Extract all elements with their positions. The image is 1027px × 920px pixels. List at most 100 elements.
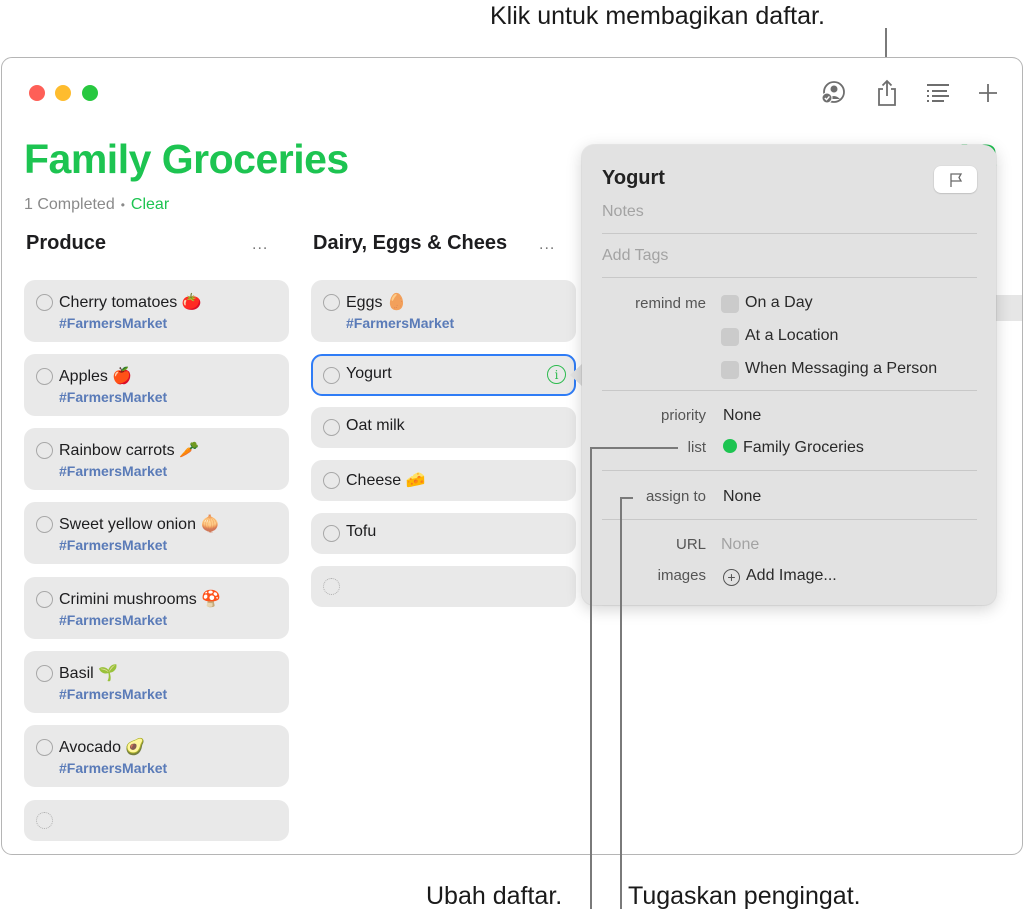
callout-change-list-line-h bbox=[590, 447, 678, 449]
complete-checkbox[interactable] bbox=[36, 665, 53, 682]
list-view-icon[interactable] bbox=[923, 78, 953, 108]
complete-checkbox[interactable] bbox=[36, 516, 53, 533]
share-icon[interactable] bbox=[872, 78, 902, 108]
new-reminder-card[interactable] bbox=[311, 566, 576, 607]
column-more-button[interactable]: ... bbox=[252, 236, 268, 254]
new-reminder-placeholder-circle bbox=[323, 578, 340, 595]
reminder-tag[interactable]: #FarmersMarket bbox=[59, 686, 167, 702]
reminder-card[interactable]: Avocado 🥑 #FarmersMarket bbox=[24, 725, 289, 787]
new-reminder-placeholder-circle bbox=[36, 812, 53, 829]
column-header-dairy: Dairy, Eggs & Chees bbox=[313, 232, 508, 254]
complete-checkbox[interactable] bbox=[36, 294, 53, 311]
reminder-card[interactable]: Apples 🍎 #FarmersMarket bbox=[24, 354, 289, 416]
reminder-title[interactable]: Sweet yellow onion 🧅 bbox=[59, 514, 220, 534]
notes-field[interactable]: Notes bbox=[602, 203, 644, 221]
add-image-label: Add Image... bbox=[746, 567, 837, 584]
column-header-produce: Produce bbox=[26, 232, 107, 254]
tags-field[interactable]: Add Tags bbox=[602, 247, 668, 265]
reminder-tag[interactable]: #FarmersMarket bbox=[59, 315, 167, 331]
complete-checkbox[interactable] bbox=[323, 472, 340, 489]
reminders-window: Family Groceries 13 1 Completed•Clear Pr… bbox=[1, 57, 1023, 855]
priority-select[interactable]: None bbox=[723, 407, 761, 425]
reminder-card[interactable]: Oat milk bbox=[311, 407, 576, 448]
at-a-location-label[interactable]: At a Location bbox=[745, 327, 838, 345]
callout-change-list-line-v bbox=[590, 447, 592, 909]
complete-checkbox[interactable] bbox=[323, 525, 340, 542]
complete-checkbox[interactable] bbox=[36, 368, 53, 385]
reminder-title[interactable]: Yogurt bbox=[346, 365, 392, 383]
reminder-card[interactable]: Basil 🌱 #FarmersMarket bbox=[24, 651, 289, 713]
reminder-tag[interactable]: #FarmersMarket bbox=[59, 612, 167, 628]
reminder-tag[interactable]: #FarmersMarket bbox=[59, 537, 167, 553]
reminder-title[interactable]: Eggs 🥚 bbox=[346, 292, 407, 312]
callout-assign: Tugaskan pengingat. bbox=[628, 882, 861, 910]
callout-share: Klik untuk membagikan daftar. bbox=[490, 2, 825, 30]
divider bbox=[602, 390, 977, 391]
reminder-card[interactable]: Rainbow carrots 🥕 #FarmersMarket bbox=[24, 428, 289, 490]
list-title: Family Groceries bbox=[24, 136, 349, 182]
separator-dot: • bbox=[120, 198, 125, 212]
close-window-button[interactable] bbox=[29, 85, 45, 101]
callout-change-list: Ubah daftar. bbox=[426, 882, 563, 910]
add-reminder-icon[interactable] bbox=[973, 78, 1003, 108]
divider bbox=[602, 233, 977, 234]
reminder-title[interactable]: Basil 🌱 bbox=[59, 663, 118, 683]
flag-icon bbox=[949, 172, 962, 187]
reminder-tag[interactable]: #FarmersMarket bbox=[59, 760, 167, 776]
reminder-title[interactable]: Rainbow carrots 🥕 bbox=[59, 440, 199, 460]
complete-checkbox[interactable] bbox=[36, 739, 53, 756]
on-a-day-checkbox[interactable] bbox=[721, 295, 739, 313]
complete-checkbox[interactable] bbox=[36, 591, 53, 608]
divider bbox=[602, 277, 977, 278]
reminder-tag[interactable]: #FarmersMarket bbox=[59, 463, 167, 479]
column-more-button[interactable]: ... bbox=[539, 236, 555, 254]
reminder-title[interactable]: Avocado 🥑 bbox=[59, 737, 145, 757]
priority-label: priority bbox=[660, 407, 706, 424]
reminder-tag[interactable]: #FarmersMarket bbox=[59, 389, 167, 405]
new-reminder-card[interactable] bbox=[24, 800, 289, 841]
divider bbox=[602, 519, 977, 520]
reminder-title[interactable]: Cheese 🧀 bbox=[346, 470, 426, 490]
column-3-partial bbox=[995, 295, 1022, 321]
at-a-location-checkbox[interactable] bbox=[721, 328, 739, 346]
minimize-window-button[interactable] bbox=[55, 85, 71, 101]
url-label: URL bbox=[675, 536, 706, 553]
completed-status: 1 Completed • Clear bbox=[24, 196, 169, 214]
completed-count: 1 Completed bbox=[24, 196, 115, 213]
list-select[interactable]: Family Groceries bbox=[723, 439, 864, 457]
info-icon[interactable]: i bbox=[547, 365, 566, 384]
reminder-card[interactable]: Sweet yellow onion 🧅 #FarmersMarket bbox=[24, 502, 289, 564]
reminder-card[interactable]: Cheese 🧀 bbox=[311, 460, 576, 501]
reminder-card[interactable]: Tofu bbox=[311, 513, 576, 554]
reminder-title[interactable]: Tofu bbox=[346, 523, 376, 541]
clear-completed-button[interactable]: Clear bbox=[131, 196, 169, 213]
when-messaging-checkbox[interactable] bbox=[721, 361, 739, 379]
on-a-day-label[interactable]: On a Day bbox=[745, 294, 813, 312]
complete-checkbox[interactable] bbox=[323, 419, 340, 436]
reminder-card[interactable]: Crimini mushrooms 🍄 #FarmersMarket bbox=[24, 577, 289, 639]
assign-to-label: assign to bbox=[645, 488, 706, 505]
reminder-card[interactable]: Eggs 🥚 #FarmersMarket bbox=[311, 280, 576, 342]
reminder-title[interactable]: Oat milk bbox=[346, 417, 405, 435]
when-messaging-label[interactable]: When Messaging a Person bbox=[745, 360, 937, 378]
reminder-title[interactable]: Apples 🍎 bbox=[59, 366, 132, 386]
reminder-title[interactable]: Crimini mushrooms 🍄 bbox=[59, 589, 221, 609]
complete-checkbox[interactable] bbox=[323, 294, 340, 311]
complete-checkbox[interactable] bbox=[36, 442, 53, 459]
assign-to-select[interactable]: None bbox=[723, 488, 761, 506]
flag-button[interactable] bbox=[934, 166, 977, 193]
reminder-card[interactable]: Cherry tomatoes 🍅 #FarmersMarket bbox=[24, 280, 289, 342]
list-color-dot bbox=[723, 439, 737, 453]
plus-circle-icon: + bbox=[723, 569, 740, 586]
reminder-title[interactable]: Cherry tomatoes 🍅 bbox=[59, 292, 202, 312]
collaborate-icon[interactable] bbox=[818, 78, 848, 108]
divider bbox=[602, 470, 977, 471]
url-field[interactable]: None bbox=[721, 536, 759, 554]
popover-title[interactable]: Yogurt bbox=[602, 167, 665, 190]
add-image-button[interactable]: + Add Image... bbox=[723, 567, 837, 586]
reminder-tag[interactable]: #FarmersMarket bbox=[346, 315, 454, 331]
reminder-card-selected[interactable]: Yogurt i bbox=[311, 354, 576, 396]
zoom-window-button[interactable] bbox=[82, 85, 98, 101]
list-label: list bbox=[687, 439, 706, 456]
complete-checkbox[interactable] bbox=[323, 367, 340, 384]
